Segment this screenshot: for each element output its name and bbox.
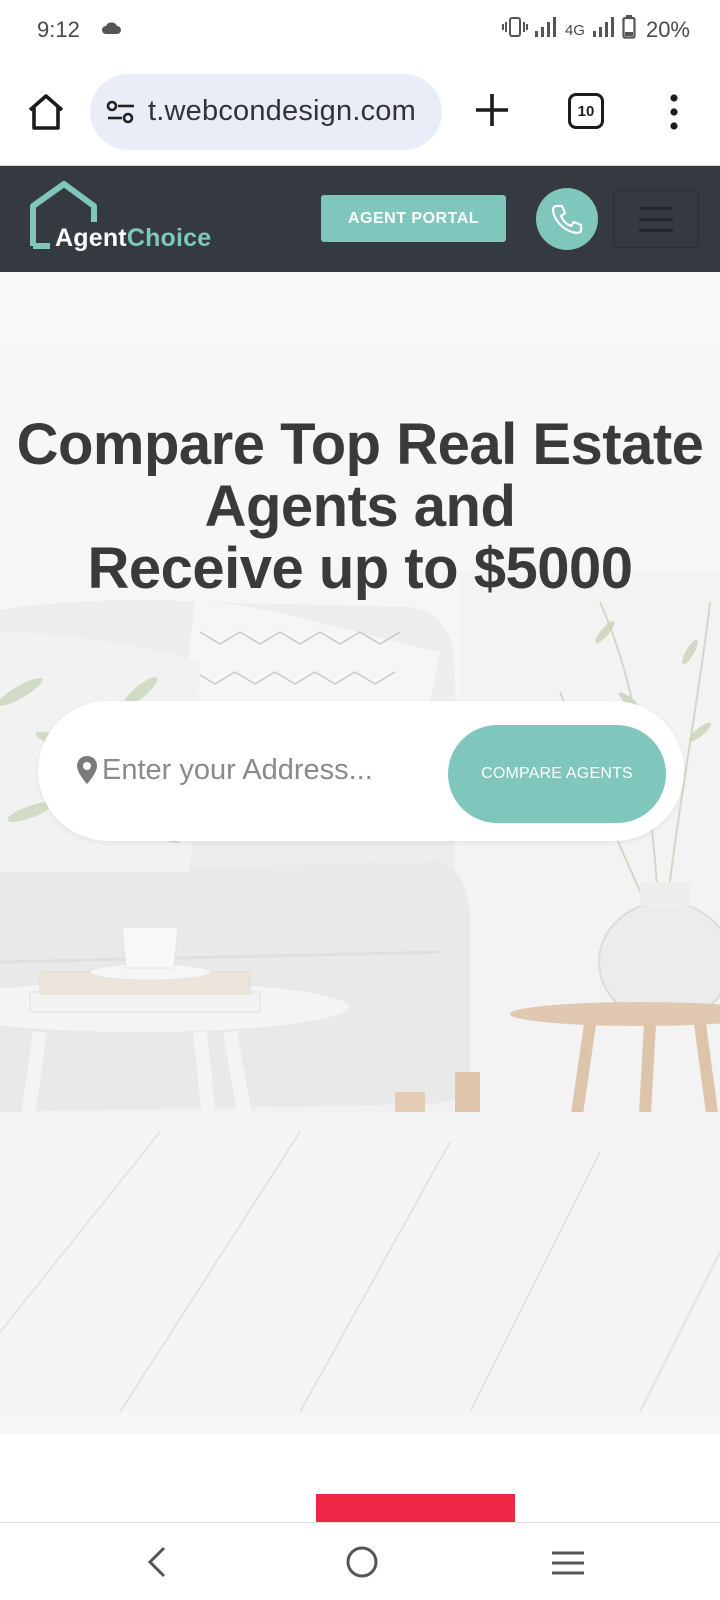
hero-title-line: Compare Top Real Estate <box>16 412 704 477</box>
logo-choice-text: Choice <box>126 224 212 252</box>
back-icon[interactable] <box>142 1545 172 1584</box>
hero-title-line: Receive up to $5000 <box>87 536 633 601</box>
new-tab-icon[interactable] <box>472 90 512 130</box>
hero-section: Compare Top Real Estate Agents and Recei… <box>0 272 720 1434</box>
phone-icon <box>551 204 583 235</box>
site-settings-icon[interactable] <box>106 98 136 131</box>
tabs-icon[interactable]: 10 <box>568 93 604 129</box>
address-bar[interactable]: t.webcondesign.com <box>90 74 442 150</box>
signal-icon <box>592 16 616 44</box>
battery-percent: 20% <box>645 17 690 42</box>
compare-agents-button[interactable]: COMPARE AGENTS <box>448 725 666 823</box>
recents-icon[interactable] <box>550 1549 586 1582</box>
below-hero-section <box>0 1434 720 1522</box>
status-time: 9:12 <box>37 17 80 42</box>
phone-button[interactable] <box>536 188 598 250</box>
hero-title-line: Agents and <box>204 474 516 539</box>
system-nav-bar <box>0 1522 720 1600</box>
address-input[interactable] <box>102 747 422 793</box>
address-search-form: COMPARE AGENTS <box>38 701 684 841</box>
home-circle-icon[interactable] <box>345 1545 379 1584</box>
hamburger-icon[interactable] <box>613 190 699 248</box>
logo-text: AgentChoice <box>55 224 211 253</box>
battery-icon <box>622 15 636 45</box>
browser-toolbar: t.webcondesign.com 10 <box>0 62 720 166</box>
hero-title: Compare Top Real Estate Agents and Recei… <box>0 414 720 600</box>
url-text: t.webcondesign.com <box>148 95 416 127</box>
signal-icon <box>534 16 558 44</box>
site-header: AgentChoice AGENT PORTAL <box>0 166 720 272</box>
status-indicators: 4G 20% <box>501 15 690 45</box>
vibrate-icon <box>501 16 528 44</box>
network-type: 4G <box>564 21 585 39</box>
map-pin-icon <box>76 755 98 790</box>
agent-portal-button[interactable]: AGENT PORTAL <box>321 195 506 242</box>
cloud-icon <box>100 20 122 41</box>
tab-count: 10 <box>577 102 595 120</box>
logo-agent-text: Agent <box>55 224 127 252</box>
home-icon[interactable] <box>24 90 68 134</box>
status-bar: 9:12 4G 20% <box>0 0 720 62</box>
more-menu-icon[interactable] <box>668 92 680 132</box>
agentchoice-logo[interactable]: AgentChoice <box>28 180 228 260</box>
red-button-partial[interactable] <box>316 1494 515 1522</box>
